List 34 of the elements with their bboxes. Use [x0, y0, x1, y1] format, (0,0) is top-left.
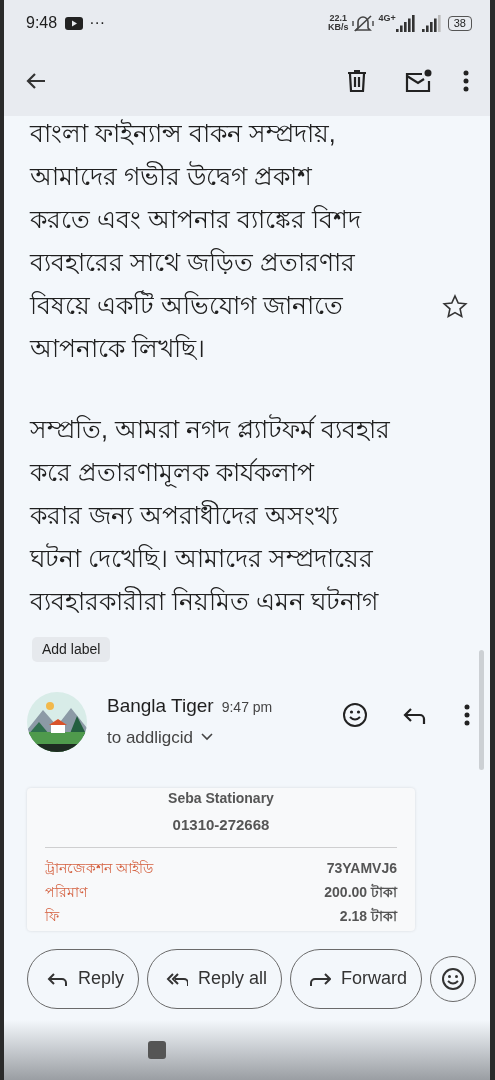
network-type-text: 4G+	[378, 12, 396, 25]
more-options-icon[interactable]	[462, 69, 470, 93]
more-options-icon[interactable]	[464, 704, 470, 726]
muted-bell-icon	[352, 13, 375, 33]
video-icon	[65, 16, 84, 30]
phone-number: 01310-272668	[171, 815, 271, 835]
merchant-name: Seba Stationary	[167, 790, 275, 806]
chevron-down-icon	[201, 733, 213, 742]
sent-time: 9:47 pm	[221, 698, 273, 717]
receipt-value: 2.18 টাকা	[339, 906, 397, 926]
receipt-label: ট্রানজেকশন আইডি	[45, 858, 153, 878]
signal-icon	[421, 14, 442, 32]
delete-icon[interactable]	[346, 69, 368, 93]
star-icon[interactable]	[442, 294, 468, 320]
receipt-label: ফি	[45, 906, 59, 926]
reply-icon[interactable]	[402, 706, 426, 726]
emoji-icon	[441, 966, 466, 991]
mail-unread-icon[interactable]	[404, 68, 432, 94]
reply-button[interactable]: Reply	[27, 948, 140, 1009]
message-paragraph: বাংলা ফাইন্যান্স বাকন সম্প্রদায়, আমাদের গভীর উদ্বেগ প্রকাশ করতে এবং আপনার ব্যাঙ্কের বিশদ ব্যবহারের সাথে জড়িত প্রতারণার বিষয়ে একটি অভিযোগ জানাতে আপনাকে লিখছি।	[30, 118, 361, 364]
network-speed-text: 22.1 KB/s	[327, 14, 349, 32]
clock-text: 9:48	[26, 13, 58, 33]
more-text: ···	[89, 13, 106, 33]
add-label-chip[interactable]: Add label	[32, 637, 111, 662]
receipt-value: 73YAMVJ6	[326, 858, 397, 878]
receipt-label: পরিমাণ	[45, 882, 87, 902]
sender-name: Bangla Tiger	[107, 694, 214, 718]
signal-icon	[395, 14, 416, 32]
emoji-icon[interactable]	[342, 702, 368, 728]
message-paragraph: সম্প্রতি, আমরা নগদ প্ল্যাটফর্ম ব্যবহার করে প্রতারণামূলক কার্যকলাপ করার জন্য অপরাধীদের অসংখ্য ঘটনা দেখেছি। আমাদের সম্প্রদায়ের ব্যবহারকারীরা নিয়মিত এমন ঘটনাগ	[30, 413, 390, 617]
recents-icon	[148, 1041, 166, 1059]
battery-indicator: 38	[447, 15, 472, 31]
receipt-value: 200.00 টাকা	[324, 882, 397, 902]
recipient-toggle[interactable]: to addligcid	[107, 724, 213, 750]
